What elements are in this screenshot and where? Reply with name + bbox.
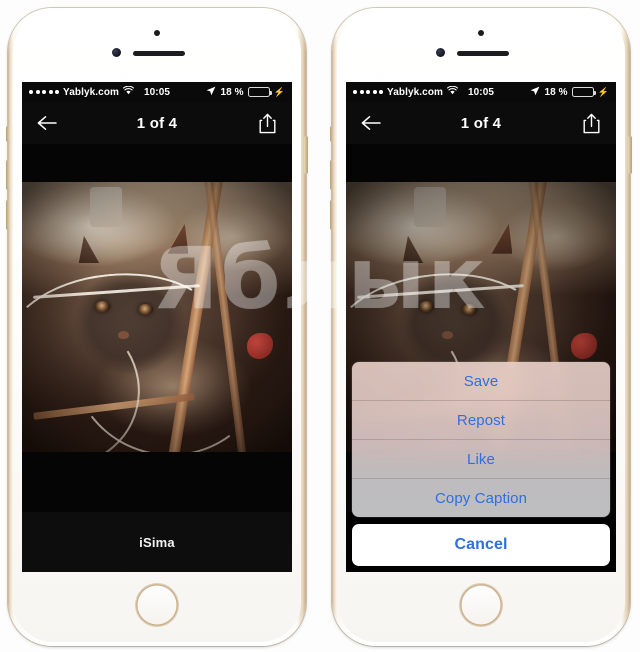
battery-percent-label: 18 %	[544, 86, 568, 98]
signal-strength-icon	[353, 90, 383, 94]
carrier-label: Yablyk.com	[63, 86, 120, 98]
power-button[interactable]	[628, 136, 632, 174]
screen-left: Yablyk.com 10:05 18 % ⚡ 1 of 4 iSima	[22, 82, 292, 572]
photo-image[interactable]	[22, 182, 292, 452]
status-bar: Yablyk.com 10:05 18 % ⚡	[346, 82, 616, 102]
location-arrow-icon	[530, 86, 540, 99]
battery-icon	[247, 87, 272, 97]
proximity-sensor-icon	[478, 30, 484, 36]
earpiece-speaker	[457, 51, 509, 56]
action-sheet-options: Save Repost Like Copy Caption	[352, 362, 610, 517]
letterbox-bottom	[22, 452, 292, 512]
lightning-bolt-icon: ⚡	[273, 86, 285, 97]
navigation-bar: 1 of 4	[22, 102, 292, 144]
action-sheet-item-copy-caption[interactable]: Copy Caption	[352, 479, 610, 517]
battery-percent-label: 18 %	[220, 86, 244, 98]
screen-right: Yablyk.com 10:05 18 % ⚡ 1 of 4 Save Repo…	[346, 82, 616, 572]
proximity-sensor-icon	[154, 30, 160, 36]
carrier-label: Yablyk.com	[387, 86, 444, 98]
status-bar: Yablyk.com 10:05 18 % ⚡	[22, 82, 292, 102]
action-sheet-item-save[interactable]: Save	[352, 362, 610, 401]
volume-up-button[interactable]	[330, 160, 334, 190]
cancel-button[interactable]: Cancel	[352, 524, 610, 566]
phone-right: Yablyk.com 10:05 18 % ⚡ 1 of 4 Save Repo…	[330, 8, 632, 646]
front-camera-icon	[436, 48, 445, 57]
share-icon	[259, 113, 275, 133]
front-camera-icon	[112, 48, 121, 57]
letterbox-top	[22, 144, 292, 182]
share-icon	[583, 113, 599, 133]
wifi-icon	[446, 85, 459, 98]
status-bar-left: Yablyk.com	[29, 85, 135, 98]
status-bar-left: Yablyk.com	[353, 85, 459, 98]
photo-caption: iSima	[22, 512, 292, 572]
volume-up-button[interactable]	[6, 160, 10, 190]
back-arrow-icon	[361, 116, 381, 130]
letterbox-top	[346, 144, 616, 182]
action-sheet: Save Repost Like Copy Caption Cancel	[352, 362, 610, 566]
earpiece-speaker	[133, 51, 185, 56]
power-button[interactable]	[304, 136, 308, 174]
volume-down-button[interactable]	[6, 200, 10, 230]
silent-switch[interactable]	[330, 126, 334, 142]
back-arrow-icon	[37, 116, 57, 130]
page-title: 1 of 4	[136, 114, 178, 132]
navigation-bar: 1 of 4	[346, 102, 616, 144]
action-sheet-item-repost[interactable]: Repost	[352, 401, 610, 440]
page-title: 1 of 4	[460, 114, 502, 132]
signal-strength-icon	[29, 90, 59, 94]
photo-viewer[interactable]	[22, 144, 292, 512]
home-button[interactable]	[460, 584, 502, 626]
location-arrow-icon	[206, 86, 216, 99]
status-bar-right: 18 % ⚡	[530, 86, 609, 99]
screenshot-stage: Yablyk.com 10:05 18 % ⚡ 1 of 4 iSima Yab…	[0, 0, 640, 652]
silent-switch[interactable]	[6, 126, 10, 142]
phone-left: Yablyk.com 10:05 18 % ⚡ 1 of 4 iSima	[6, 8, 308, 646]
share-button[interactable]	[578, 110, 604, 136]
battery-icon	[571, 87, 596, 97]
wifi-icon	[122, 85, 135, 98]
lightning-bolt-icon: ⚡	[597, 86, 609, 97]
volume-down-button[interactable]	[330, 200, 334, 230]
back-button[interactable]	[358, 110, 384, 136]
home-button[interactable]	[136, 584, 178, 626]
status-bar-right: 18 % ⚡	[206, 86, 285, 99]
back-button[interactable]	[34, 110, 60, 136]
share-button[interactable]	[254, 110, 280, 136]
action-sheet-item-like[interactable]: Like	[352, 440, 610, 479]
